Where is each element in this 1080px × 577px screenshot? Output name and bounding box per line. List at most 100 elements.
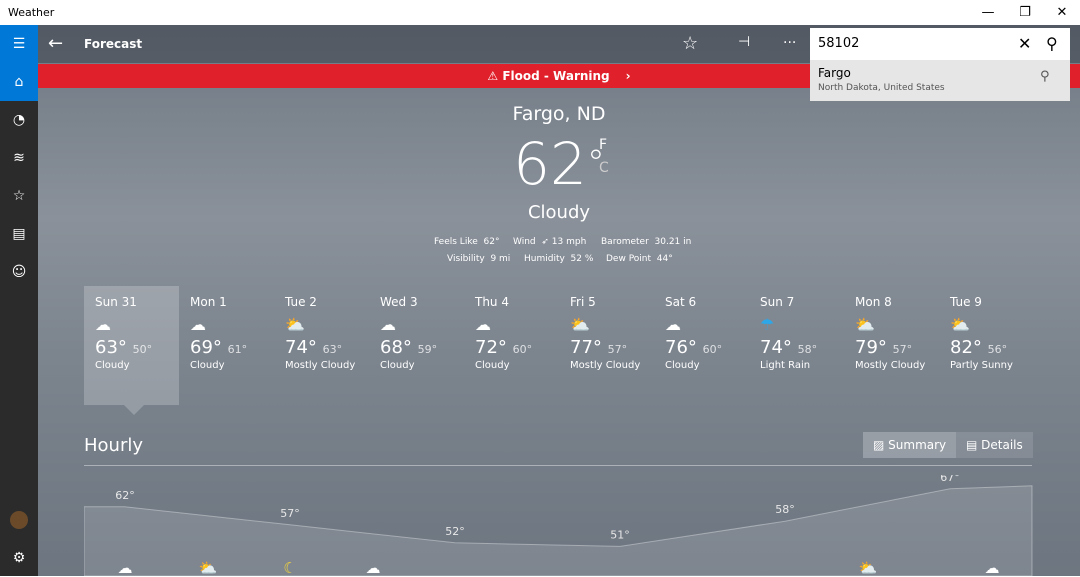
detail-barometer: Barometer 30.21 in bbox=[601, 237, 692, 247]
day-condition: Mostly Cloudy bbox=[285, 360, 356, 371]
location-icon: ⚲ bbox=[1040, 69, 1050, 84]
menu-icon[interactable]: ☰ bbox=[0, 25, 38, 63]
warning-icon: ⚠ bbox=[487, 69, 503, 83]
day-name: Tue 9 bbox=[950, 295, 982, 309]
search-input[interactable]: 58102 ✕ ⚲ bbox=[810, 28, 1070, 60]
hourly-weather-icon: ☁ bbox=[985, 559, 1000, 576]
high-temp: 82° 56° bbox=[950, 337, 1008, 358]
pin-icon[interactable]: ⊣ bbox=[738, 34, 750, 50]
day-name: Sun 31 bbox=[95, 295, 137, 309]
current-condition: Cloudy bbox=[527, 202, 591, 223]
cloud-icon: ☁ bbox=[380, 315, 396, 334]
favorites-icon[interactable]: ☆ bbox=[0, 177, 38, 215]
hourly-weather-icon: ⛅ bbox=[859, 559, 878, 576]
chevron-right-icon: › bbox=[625, 69, 631, 83]
day-condition: Cloudy bbox=[95, 360, 130, 371]
sun-cloud-icon: ⛅ bbox=[285, 315, 305, 334]
minimize-button[interactable]: — bbox=[970, 0, 1006, 25]
cloud-icon: ☁ bbox=[190, 315, 206, 334]
hourly-temp-label: 51° bbox=[610, 528, 630, 541]
avatar[interactable] bbox=[0, 501, 38, 539]
close-button[interactable]: ✕ bbox=[1044, 0, 1080, 25]
suggestion-region: North Dakota, United States bbox=[818, 83, 945, 93]
day-forecast[interactable]: Tue 9 ⛅ 82° 56° Partly Sunny bbox=[939, 286, 1034, 405]
radar-icon[interactable]: ◔ bbox=[0, 101, 38, 139]
header: ← Forecast ☆ ⊣ ··· 58102 ✕ ⚲ bbox=[38, 25, 1080, 63]
day-condition: Light Rain bbox=[760, 360, 811, 371]
hourly-chart: 62° 57° 52° 51° 58° 67° ☁ ⛅ ☾ ☁ ⛅ ☁ bbox=[84, 475, 1033, 576]
hourly-weather-icon: ☾ bbox=[283, 559, 296, 576]
back-button[interactable]: ← bbox=[48, 33, 63, 54]
unit-c[interactable]: C bbox=[599, 160, 609, 176]
hourly-temp-label: 52° bbox=[445, 525, 465, 538]
day-name: Tue 2 bbox=[285, 295, 317, 309]
high-temp: 74° 58° bbox=[760, 337, 818, 358]
hourly-title: Hourly bbox=[84, 435, 144, 456]
day-condition: Partly Sunny bbox=[950, 360, 1013, 371]
day-forecast[interactable]: Fri 5 ⛅ 77° 57° Mostly Cloudy bbox=[559, 286, 654, 405]
day-forecast[interactable]: Sat 6 ☁ 76° 60° Cloudy bbox=[654, 286, 749, 405]
detail-feels-like: Feels Like 62° bbox=[434, 237, 500, 247]
day-forecast[interactable]: Thu 4 ☁ 72° 60° Cloudy bbox=[464, 286, 559, 405]
sun-cloud-icon: ⛅ bbox=[855, 315, 875, 334]
unit-f[interactable]: F bbox=[599, 137, 607, 153]
favorite-icon[interactable]: ☆ bbox=[682, 33, 698, 54]
high-temp: 68° 59° bbox=[380, 337, 438, 358]
detail-visibility: Visibility 9 mi bbox=[447, 254, 511, 264]
day-name: Sat 6 bbox=[665, 295, 697, 309]
details-tab[interactable]: ▤ Details bbox=[956, 432, 1033, 458]
detail-dew-point: Dew Point 44° bbox=[606, 254, 673, 264]
hourly-weather-icon: ☁ bbox=[118, 559, 133, 576]
summary-tab[interactable]: ▨ Summary bbox=[863, 432, 957, 458]
wind-arrow-icon: ➶ bbox=[541, 237, 549, 247]
more-icon[interactable]: ··· bbox=[783, 35, 796, 51]
settings-icon[interactable]: ⚙ bbox=[0, 539, 38, 577]
hourly-weather-icon: ☁ bbox=[366, 559, 381, 576]
day-forecast[interactable]: Sun 31 ☁ 63° 50° Cloudy bbox=[84, 286, 179, 405]
historical-icon[interactable]: ≋ bbox=[0, 139, 38, 177]
search-suggestion[interactable]: Fargo North Dakota, United States ⚲ bbox=[810, 60, 1070, 101]
feedback-icon[interactable]: ☺ bbox=[0, 253, 38, 291]
day-condition: Mostly Cloudy bbox=[570, 360, 641, 371]
day-forecast[interactable]: Sun 7 ☂ 74° 58° Light Rain bbox=[749, 286, 844, 405]
home-icon[interactable]: ⌂ bbox=[0, 63, 38, 101]
high-temp: 79° 57° bbox=[855, 337, 913, 358]
sidebar: ☰ ⌂ ◔ ≋ ☆ ▤ ☺ ⚙ bbox=[0, 25, 38, 576]
high-temp: 63° 50° bbox=[95, 337, 153, 358]
clear-icon[interactable]: ✕ bbox=[1018, 28, 1031, 60]
window-title: Weather bbox=[8, 6, 55, 19]
high-temp: 77° 57° bbox=[570, 337, 628, 358]
hourly-temp-label: 67° bbox=[940, 475, 960, 484]
cloud-icon: ☁ bbox=[95, 315, 111, 334]
rain-icon: ☂ bbox=[760, 315, 775, 334]
sun-cloud-icon: ⛅ bbox=[570, 315, 590, 334]
hourly-weather-icon: ⛅ bbox=[199, 559, 218, 576]
restore-button[interactable]: ❐ bbox=[1007, 0, 1043, 25]
high-temp: 74° 63° bbox=[285, 337, 343, 358]
news-icon[interactable]: ▤ bbox=[0, 215, 38, 253]
day-forecast[interactable]: Mon 1 ☁ 69° 61° Cloudy bbox=[179, 286, 274, 405]
page-title: Forecast bbox=[84, 37, 143, 51]
location: Fargo, ND bbox=[512, 103, 606, 125]
high-temp: 69° 61° bbox=[190, 337, 248, 358]
day-name: Sun 7 bbox=[760, 295, 795, 309]
day-name: Mon 8 bbox=[855, 295, 892, 309]
search-value: 58102 bbox=[818, 36, 860, 51]
divider bbox=[84, 465, 1032, 466]
suggestion-name: Fargo bbox=[818, 66, 851, 80]
search-icon[interactable]: ⚲ bbox=[1046, 28, 1058, 60]
main: ← Forecast ☆ ⊣ ··· 58102 ✕ ⚲ Fargo North… bbox=[38, 25, 1080, 576]
day-forecast[interactable]: Wed 3 ☁ 68° 59° Cloudy bbox=[369, 286, 464, 405]
cloud-icon: ☁ bbox=[665, 315, 681, 334]
current-temp: 62° bbox=[513, 130, 605, 198]
day-forecast[interactable]: Tue 2 ⛅ 74° 63° Mostly Cloudy bbox=[274, 286, 369, 405]
day-condition: Mostly Cloudy bbox=[855, 360, 926, 371]
day-forecast[interactable]: Mon 8 ⛅ 79° 57° Mostly Cloudy bbox=[844, 286, 939, 405]
day-condition: Cloudy bbox=[380, 360, 415, 371]
day-name: Thu 4 bbox=[475, 295, 509, 309]
temperature-line bbox=[84, 485, 1033, 576]
day-condition: Cloudy bbox=[190, 360, 225, 371]
high-temp: 76° 60° bbox=[665, 337, 723, 358]
alert-text: Flood - Warning bbox=[502, 69, 610, 83]
day-name: Wed 3 bbox=[380, 295, 418, 309]
